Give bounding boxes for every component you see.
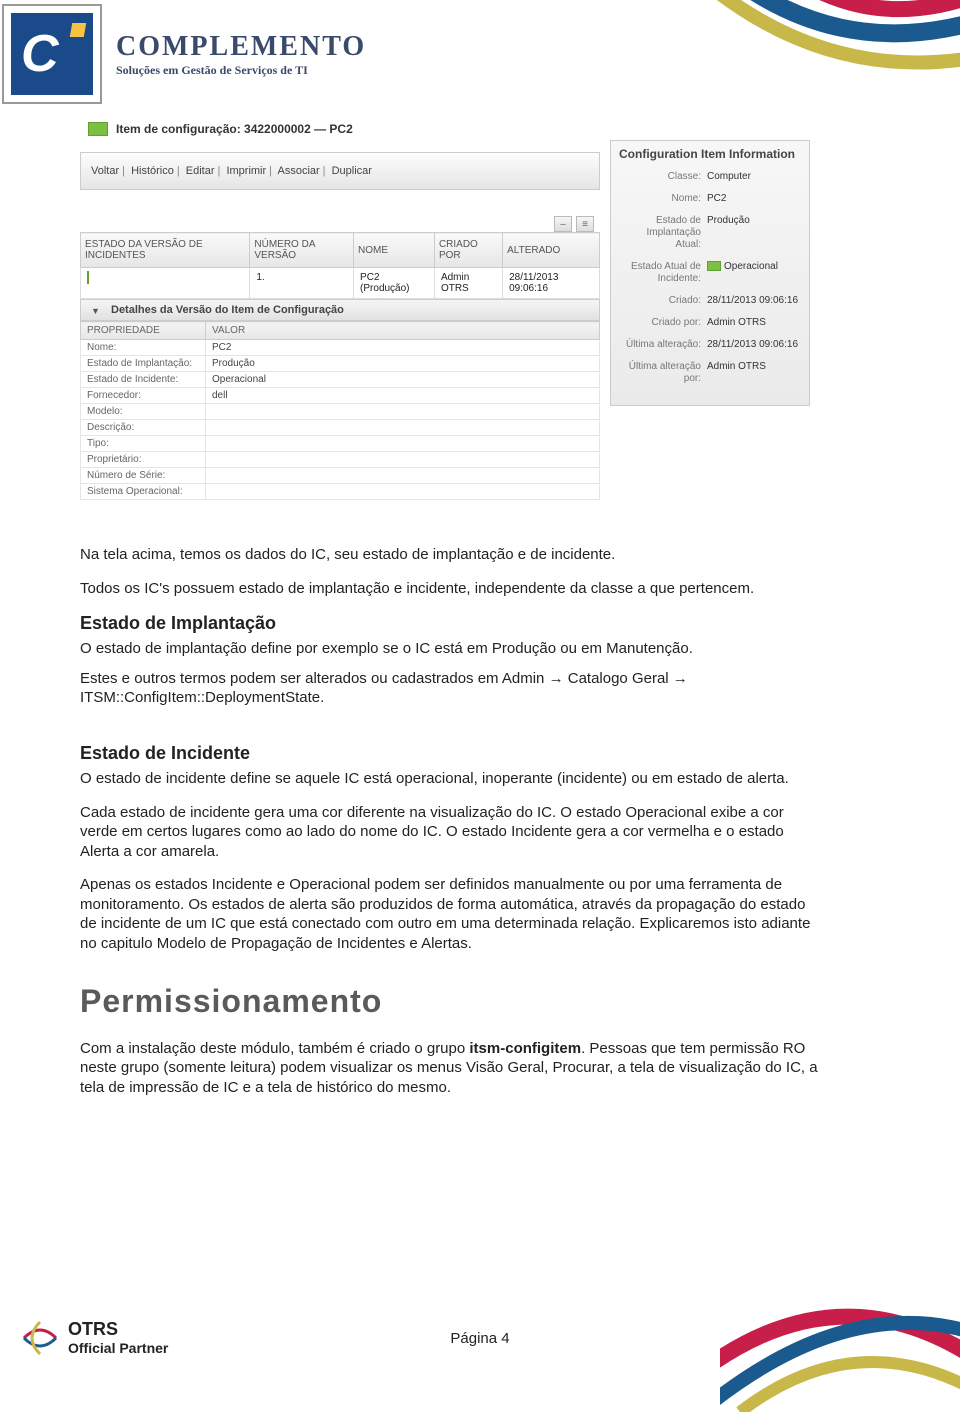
otrs-star-icon bbox=[20, 1318, 60, 1358]
document-body: Na tela acima, temos os dados do IC, seu… bbox=[80, 545, 820, 1111]
heading-permissionamento: Permissionamento bbox=[80, 981, 820, 1023]
action-duplicar[interactable]: Duplicar bbox=[332, 165, 372, 177]
action-associar[interactable]: Associar bbox=[277, 165, 319, 177]
para-7: Apenas os estados Incidente e Operaciona… bbox=[80, 875, 820, 953]
otrs-partner-logo: OTRS Official Partner bbox=[20, 1318, 168, 1358]
menu-icon[interactable]: ≡ bbox=[576, 216, 594, 232]
para-3: O estado de implantação define por exemp… bbox=[80, 639, 820, 659]
col-nome: NOME bbox=[354, 233, 435, 268]
detail-row: Nome:PC2 bbox=[81, 340, 600, 356]
detail-row: Modelo: bbox=[81, 404, 600, 420]
page-number: Página 4 bbox=[450, 1330, 509, 1347]
detail-row: Fornecedor:dell bbox=[81, 388, 600, 404]
action-voltar[interactable]: Voltar bbox=[91, 165, 119, 177]
para-2: Todos os IC's possuem estado de implanta… bbox=[80, 579, 820, 599]
info-row: Estado de Implantação Atual:Produção bbox=[619, 215, 801, 251]
info-row: Criado:28/11/2013 09:06:16 bbox=[619, 295, 801, 307]
versions-table: ESTADO DA VERSÃO DE INCIDENTES NÚMERO DA… bbox=[80, 232, 600, 299]
detail-row: Descrição: bbox=[81, 420, 600, 436]
brand-name: COMPLEMENTO bbox=[116, 31, 366, 63]
para-8: Com a instalação deste módulo, também é … bbox=[80, 1039, 820, 1098]
details-header[interactable]: ▼ Detalhes da Versão do Item de Configur… bbox=[80, 299, 600, 321]
detail-row: Número de Série: bbox=[81, 468, 600, 484]
heading-implantacao: Estado de Implantação bbox=[80, 612, 820, 635]
chevron-down-icon: ▼ bbox=[91, 306, 100, 316]
ci-title-bar: Item de configuração: 3422000002 — PC2 bbox=[80, 116, 600, 142]
para-4: Estes e outros termos podem ser alterado… bbox=[80, 669, 820, 708]
action-bar: Voltar| Histórico| Editar| Imprimir| Ass… bbox=[81, 153, 599, 189]
details-table: PROPRIEDADE VALOR Nome:PC2Estado de Impl… bbox=[80, 321, 600, 500]
sidebar-title: Configuration Item Information bbox=[619, 147, 801, 161]
row-status-icon bbox=[87, 271, 89, 284]
col-estado: ESTADO DA VERSÃO DE INCIDENTES bbox=[81, 233, 250, 268]
ci-title: Item de configuração: 3422000002 — PC2 bbox=[116, 122, 353, 136]
info-sidebar: Configuration Item Information Classe:Co… bbox=[610, 140, 810, 406]
info-row: Última alteração por:Admin OTRS bbox=[619, 361, 801, 385]
info-row: Estado Atual de Incidente:Operacional bbox=[619, 261, 801, 285]
action-editar[interactable]: Editar bbox=[186, 165, 215, 177]
logo-block: C COMPLEMENTO Soluções em Gestão de Serv… bbox=[2, 4, 366, 104]
action-historico[interactable]: Histórico bbox=[131, 165, 174, 177]
bottom-decoration bbox=[720, 1212, 960, 1412]
info-row: Classe:Computer bbox=[619, 171, 801, 183]
collapse-icon[interactable]: – bbox=[554, 216, 572, 232]
table-row[interactable]: 1. PC2 (Produção) Admin OTRS 28/11/2013 … bbox=[81, 268, 600, 299]
action-imprimir[interactable]: Imprimir bbox=[226, 165, 266, 177]
heading-incidente: Estado de Incidente bbox=[80, 742, 820, 765]
col-criado: CRIADO POR bbox=[434, 233, 502, 268]
info-row: Criado por:Admin OTRS bbox=[619, 317, 801, 329]
info-row: Nome:PC2 bbox=[619, 193, 801, 205]
status-square-icon bbox=[88, 122, 108, 136]
detail-row: Estado de Implantação:Produção bbox=[81, 356, 600, 372]
para-1: Na tela acima, temos os dados do IC, seu… bbox=[80, 545, 820, 565]
para-6: Cada estado de incidente gera uma cor di… bbox=[80, 803, 820, 862]
logo-square: C bbox=[2, 4, 102, 104]
detail-row: Sistema Operacional: bbox=[81, 484, 600, 500]
detail-row: Estado de Incidente:Operacional bbox=[81, 372, 600, 388]
info-row: Última alteração:28/11/2013 09:06:16 bbox=[619, 339, 801, 351]
brand-tagline: Soluções em Gestão de Serviços de TI bbox=[116, 63, 366, 78]
detail-row: Proprietário: bbox=[81, 452, 600, 468]
page-footer: OTRS Official Partner Página 4 bbox=[0, 1318, 960, 1358]
col-numero: NÚMERO DA VERSÃO bbox=[250, 233, 354, 268]
detail-row: Tipo: bbox=[81, 436, 600, 452]
para-5: O estado de incidente define se aquele I… bbox=[80, 769, 820, 789]
col-alterado: ALTERADO bbox=[503, 233, 600, 268]
